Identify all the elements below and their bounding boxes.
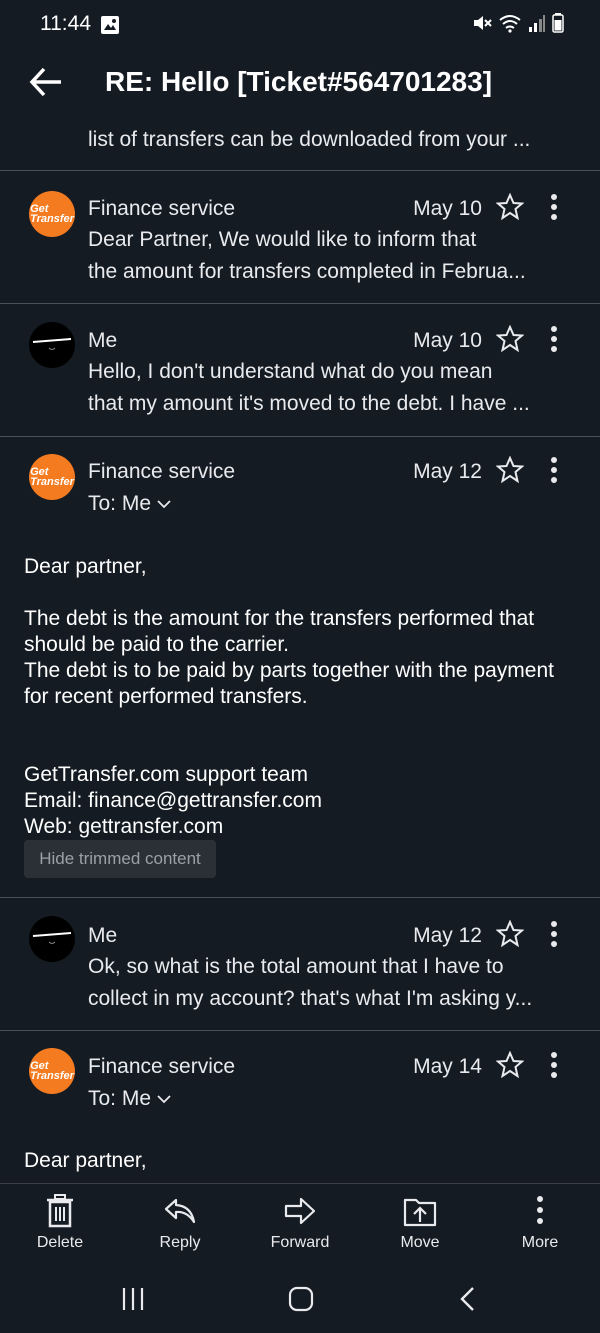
message-snippet: list of transfers can be downloaded from… xyxy=(88,128,531,151)
avatar xyxy=(29,322,75,368)
more-label: More xyxy=(521,1234,559,1251)
forward-button[interactable]: Forward xyxy=(240,1194,360,1252)
back-arrow-icon[interactable] xyxy=(28,64,64,100)
reply-label: Reply xyxy=(159,1234,201,1251)
status-bar: 11:44 xyxy=(0,0,600,50)
message-snippet: Dear Partner, We would like to inform th… xyxy=(88,228,477,251)
avatar-logo-text: Get Transfer xyxy=(30,1060,74,1082)
delete-label: Delete xyxy=(36,1234,84,1251)
star-icon[interactable] xyxy=(496,1051,524,1079)
more-vert-icon xyxy=(537,1196,543,1224)
back-nav-icon[interactable] xyxy=(458,1285,478,1313)
more-vert-icon[interactable] xyxy=(548,1051,560,1079)
collapsed-message[interactable]: list of transfers can be downloaded from… xyxy=(0,118,600,171)
sender-name: Finance service xyxy=(88,197,236,220)
more-button[interactable]: More xyxy=(480,1194,600,1252)
status-time: 11:44 xyxy=(40,12,91,35)
more-vert-icon[interactable] xyxy=(548,193,560,221)
star-icon[interactable] xyxy=(496,920,524,948)
wifi-icon xyxy=(499,15,521,33)
recents-icon[interactable] xyxy=(120,1285,146,1313)
sender-name: Me xyxy=(88,924,118,947)
signature-web: Web: gettransfer.com xyxy=(24,815,224,838)
signal-icon xyxy=(529,15,545,32)
message-snippet: the amount for transfers completed in Fe… xyxy=(88,260,526,283)
forward-icon xyxy=(284,1197,316,1225)
image-notification-icon xyxy=(101,16,119,34)
message-date: May 14 xyxy=(413,1055,482,1078)
more-vert-icon[interactable] xyxy=(548,325,560,353)
message-body: Dear partner, The debt is the amount for… xyxy=(24,554,584,840)
thread-subject: RE: Hello [Ticket#564701283] xyxy=(105,66,493,97)
signature-email: Email: finance@gettransfer.com xyxy=(24,789,322,812)
avatar: Get Transfer xyxy=(29,454,75,500)
star-icon[interactable] xyxy=(496,193,524,221)
status-icons xyxy=(472,13,564,33)
trash-icon xyxy=(47,1194,73,1228)
avatar: Get Transfer xyxy=(29,191,75,237)
message-item[interactable]: Get Transfer Finance service May 10 Dear … xyxy=(0,171,600,304)
message-date: May 12 xyxy=(413,460,482,483)
sender-name: Me xyxy=(88,329,118,352)
signature-line: GetTransfer.com support team xyxy=(24,763,309,786)
avatar: Get Transfer xyxy=(29,1048,75,1094)
message-item[interactable]: Me May 10 Hello, I don't understand what… xyxy=(0,304,600,437)
chevron-down-icon xyxy=(157,500,171,509)
chevron-down-icon xyxy=(157,1095,171,1104)
avatar-logo-text: Get Transfer xyxy=(30,466,74,488)
reply-button[interactable]: Reply xyxy=(120,1194,240,1252)
message-date: May 12 xyxy=(413,924,482,947)
move-button[interactable]: Move xyxy=(360,1194,480,1252)
message-expanded: Get Transfer Finance service May 12 To: M… xyxy=(0,437,600,898)
home-icon[interactable] xyxy=(288,1285,314,1313)
mute-icon xyxy=(474,16,492,30)
message-item[interactable]: Me May 12 Ok, so what is the total amoun… xyxy=(0,898,600,1031)
message-snippet: that my amount it's moved to the debt. I… xyxy=(88,392,530,415)
message-date: May 10 xyxy=(413,197,482,220)
body-paragraph: The debt is to be paid by parts together… xyxy=(24,659,554,708)
sender-name: Finance service xyxy=(88,1055,236,1078)
body-greeting: Dear partner, xyxy=(24,1149,147,1172)
message-expanded: Get Transfer Finance service May 14 To: M… xyxy=(0,1031,600,1183)
star-icon[interactable] xyxy=(496,456,524,484)
more-vert-icon[interactable] xyxy=(548,920,560,948)
recipient-label: To: Me xyxy=(88,1087,152,1110)
message-snippet: Ok, so what is the total amount that I h… xyxy=(88,955,504,978)
system-nav-bar xyxy=(0,1273,600,1333)
move-icon xyxy=(403,1198,437,1227)
body-greeting: Dear partner, xyxy=(24,555,147,578)
hide-trimmed-content-button[interactable]: Hide trimmed content xyxy=(24,840,216,878)
message-date: May 10 xyxy=(413,329,482,352)
recipient-toggle[interactable]: To: Me xyxy=(88,1087,171,1111)
more-vert-icon[interactable] xyxy=(548,456,560,484)
app-bar: RE: Hello [Ticket#564701283] xyxy=(0,52,600,116)
message-snippet: collect in my account? that's what I'm a… xyxy=(88,987,533,1010)
recipient-label: To: Me xyxy=(88,492,152,515)
message-snippet: Hello, I don't understand what do you me… xyxy=(88,360,493,383)
recipient-toggle[interactable]: To: Me xyxy=(88,492,171,516)
battery-icon xyxy=(552,13,564,33)
action-toolbar: Delete Reply Forward Move More xyxy=(0,1183,600,1274)
delete-button[interactable]: Delete xyxy=(0,1194,120,1252)
sender-name: Finance service xyxy=(88,460,236,483)
avatar xyxy=(29,916,75,962)
avatar-logo-text: Get Transfer xyxy=(30,203,74,225)
forward-label: Forward xyxy=(270,1234,330,1251)
body-paragraph: The debt is the amount for the transfers… xyxy=(24,607,535,656)
move-label: Move xyxy=(400,1234,440,1251)
star-icon[interactable] xyxy=(496,325,524,353)
reply-icon xyxy=(164,1198,196,1224)
